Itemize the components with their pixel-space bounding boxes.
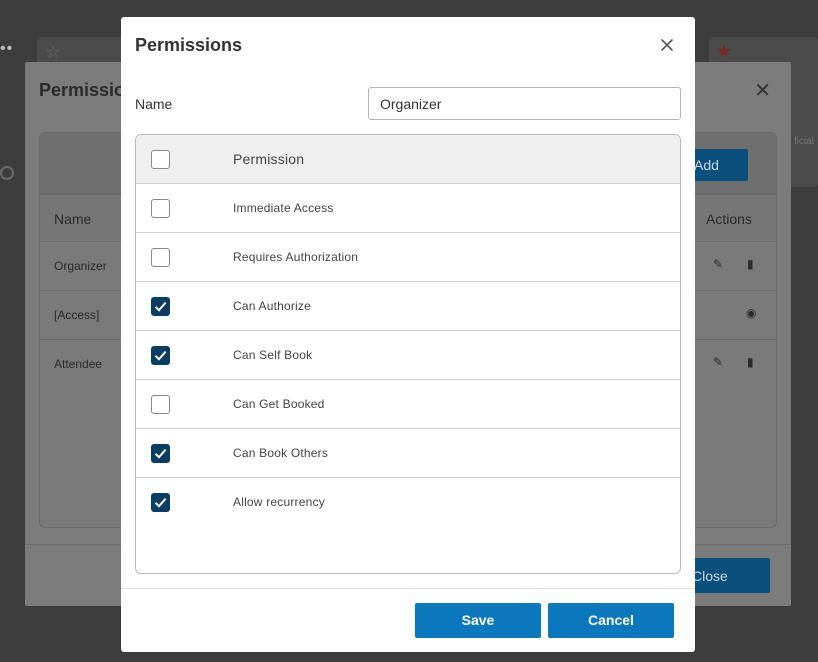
column-name: Name — [54, 211, 92, 227]
permission-label: Can Book Others — [233, 446, 329, 460]
edit-icon: ✎ — [713, 257, 724, 271]
permission-row: Requires Authorization — [136, 233, 680, 282]
block-icon — [0, 166, 14, 180]
permission-label: Can Authorize — [233, 299, 311, 313]
permission-row: Immediate Access — [136, 184, 680, 233]
trash-icon: ▮ — [747, 355, 754, 369]
permission-checkbox[interactable] — [151, 493, 170, 512]
modal-footer-divider — [121, 588, 695, 589]
more-icon: •• — [0, 40, 14, 57]
eye-icon: ◉ — [746, 306, 757, 320]
column-permission: Permission — [233, 151, 305, 167]
permission-checkbox[interactable] — [151, 395, 170, 414]
permission-row: Allow recurrency — [136, 478, 680, 527]
permission-row: Can Book Others — [136, 429, 680, 478]
permission-checkbox[interactable] — [151, 248, 170, 267]
permission-label: Allow recurrency — [233, 495, 325, 509]
star-filled-icon: ★ — [716, 41, 733, 61]
close-icon: ✕ — [754, 80, 771, 102]
permission-checkbox[interactable] — [151, 346, 170, 365]
name-label: Name — [135, 96, 173, 112]
permission-row: Can Authorize — [136, 282, 680, 331]
row-name: [Access] — [54, 308, 100, 322]
permission-row: Can Self Book — [136, 331, 680, 380]
modal-title: Permissions — [135, 35, 243, 55]
column-actions: Actions — [706, 211, 752, 227]
save-button[interactable]: Save — [415, 603, 541, 638]
row-name: Organizer — [54, 259, 107, 273]
close-icon — [661, 39, 673, 51]
cancel-button[interactable]: Cancel — [548, 603, 674, 638]
permissions-table-header: Permission — [136, 135, 680, 184]
row-name: Attendee — [54, 357, 103, 371]
permission-checkbox[interactable] — [151, 444, 170, 463]
star-outline-icon: ☆ — [45, 42, 62, 62]
permission-row: Can Get Booked — [136, 380, 680, 429]
select-all-checkbox[interactable] — [151, 150, 170, 169]
permission-label: Can Self Book — [233, 348, 313, 362]
permission-label: Immediate Access — [233, 201, 334, 215]
add-button: Add — [690, 149, 748, 181]
trash-icon: ▮ — [747, 257, 754, 271]
checkmark-icon — [154, 301, 167, 312]
edit-icon: ✎ — [713, 355, 724, 369]
name-input[interactable] — [368, 87, 681, 120]
close-button[interactable] — [657, 35, 677, 55]
checkmark-icon — [154, 350, 167, 361]
checkmark-icon — [154, 448, 167, 459]
bg-side-text: ficial — [794, 136, 815, 147]
permission-label: Can Get Booked — [233, 397, 325, 411]
permissions-table: Permission Immediate Access Requires Aut… — [135, 134, 681, 574]
permissions-modal: Permissions Name Permission Immediate Ac… — [121, 17, 695, 652]
permission-checkbox[interactable] — [151, 199, 170, 218]
permission-checkbox[interactable] — [151, 297, 170, 316]
checkmark-icon — [154, 497, 167, 508]
permission-label: Requires Authorization — [233, 250, 359, 264]
